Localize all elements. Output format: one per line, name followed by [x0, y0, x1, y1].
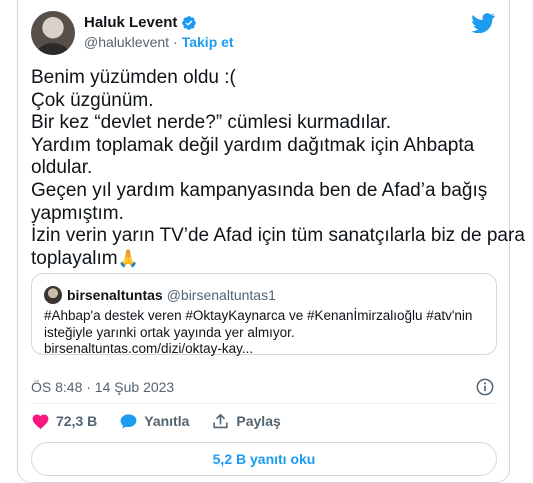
- quoted-text: #Ahbap'a destek veren #OktayKaynarca ve …: [44, 308, 489, 358]
- share-button[interactable]: Paylaş: [211, 412, 281, 431]
- like-count: 72,3 B: [56, 413, 98, 429]
- tweet-line: oldular.: [31, 157, 93, 179]
- verified-badge-icon: [182, 15, 197, 30]
- tweet-line: Benim yüzümden oldu :(: [31, 67, 236, 88]
- tweet-line: İzin verin yarın TV’de Afad için tüm san…: [31, 225, 525, 247]
- handle-separator: ·: [173, 34, 178, 50]
- share-label: Paylaş: [236, 413, 281, 429]
- tweet-timestamp[interactable]: ÖS 8:48 · 14 Şub 2023: [31, 379, 174, 395]
- heart-icon: [32, 414, 49, 429]
- share-icon: [213, 413, 229, 428]
- read-replies-button[interactable]: 5,2 B yanıtı oku: [31, 442, 497, 476]
- like-button[interactable]: 72,3 B: [31, 412, 97, 431]
- info-icon[interactable]: [475, 377, 495, 397]
- quoted-line: isteğiyle yarınki ortak yayında yer almı…: [44, 324, 295, 340]
- quoted-author-name[interactable]: birsenaltuntas: [67, 287, 163, 303]
- folded-hands-emoji: 🙏: [117, 248, 139, 268]
- quoted-author-row: birsenaltuntas @birsenaltuntas1: [67, 287, 276, 303]
- quoted-author-handle[interactable]: @birsenaltuntas1: [167, 287, 276, 303]
- author-name-row: Haluk Levent: [84, 14, 197, 31]
- tweet-line: Bir kez “devlet nerde?” cümlesi kurmadıl…: [31, 112, 392, 134]
- tweet-line: toplayalım: [31, 247, 118, 269]
- reply-label: Yanıtla: [144, 413, 190, 429]
- author-handle[interactable]: @haluklevent: [84, 34, 169, 50]
- tweet-actions: 72,3 B Yanıtla Paylaş: [31, 409, 303, 433]
- tweet-last-line: toplayalım🙏: [31, 248, 501, 271]
- follow-button[interactable]: Takip et: [182, 34, 234, 50]
- reply-button[interactable]: Yanıtla: [119, 412, 189, 431]
- author-display-name[interactable]: Haluk Levent: [84, 14, 177, 31]
- reply-bubble-icon: [120, 413, 137, 429]
- tweet-text: Benim yüzümden oldu :( Çok üzgünüm. Bir …: [31, 67, 525, 271]
- tweet-line: yapmıştım.: [31, 202, 124, 224]
- tweet-card: Haluk Levent @haluklevent · Takip et Ben…: [17, 0, 525, 483]
- quoted-author-avatar[interactable]: [44, 286, 62, 304]
- quoted-link[interactable]: birsenaltuntas.com/dizi/oktay-kay...: [44, 341, 489, 358]
- avatar-shoulders: [37, 43, 69, 55]
- quoted-tweet[interactable]: birsenaltuntas @birsenaltuntas1 #Ahbap'a…: [31, 273, 497, 358]
- author-handle-row: @haluklevent · Takip et: [84, 34, 234, 50]
- tweet-line: Yardım toplamak değil yardım dağıtmak iç…: [31, 134, 475, 156]
- tweet-line: Geçen yıl yardım kampanyasında ben de Af…: [31, 179, 488, 201]
- divider: [31, 403, 497, 404]
- author-avatar[interactable]: [31, 11, 75, 55]
- twitter-bird-icon[interactable]: [471, 13, 495, 33]
- quoted-line: #Ahbap'a destek veren #OktayKaynarca ve …: [44, 308, 473, 323]
- tweet-line: Çok üzgünüm.: [31, 89, 154, 111]
